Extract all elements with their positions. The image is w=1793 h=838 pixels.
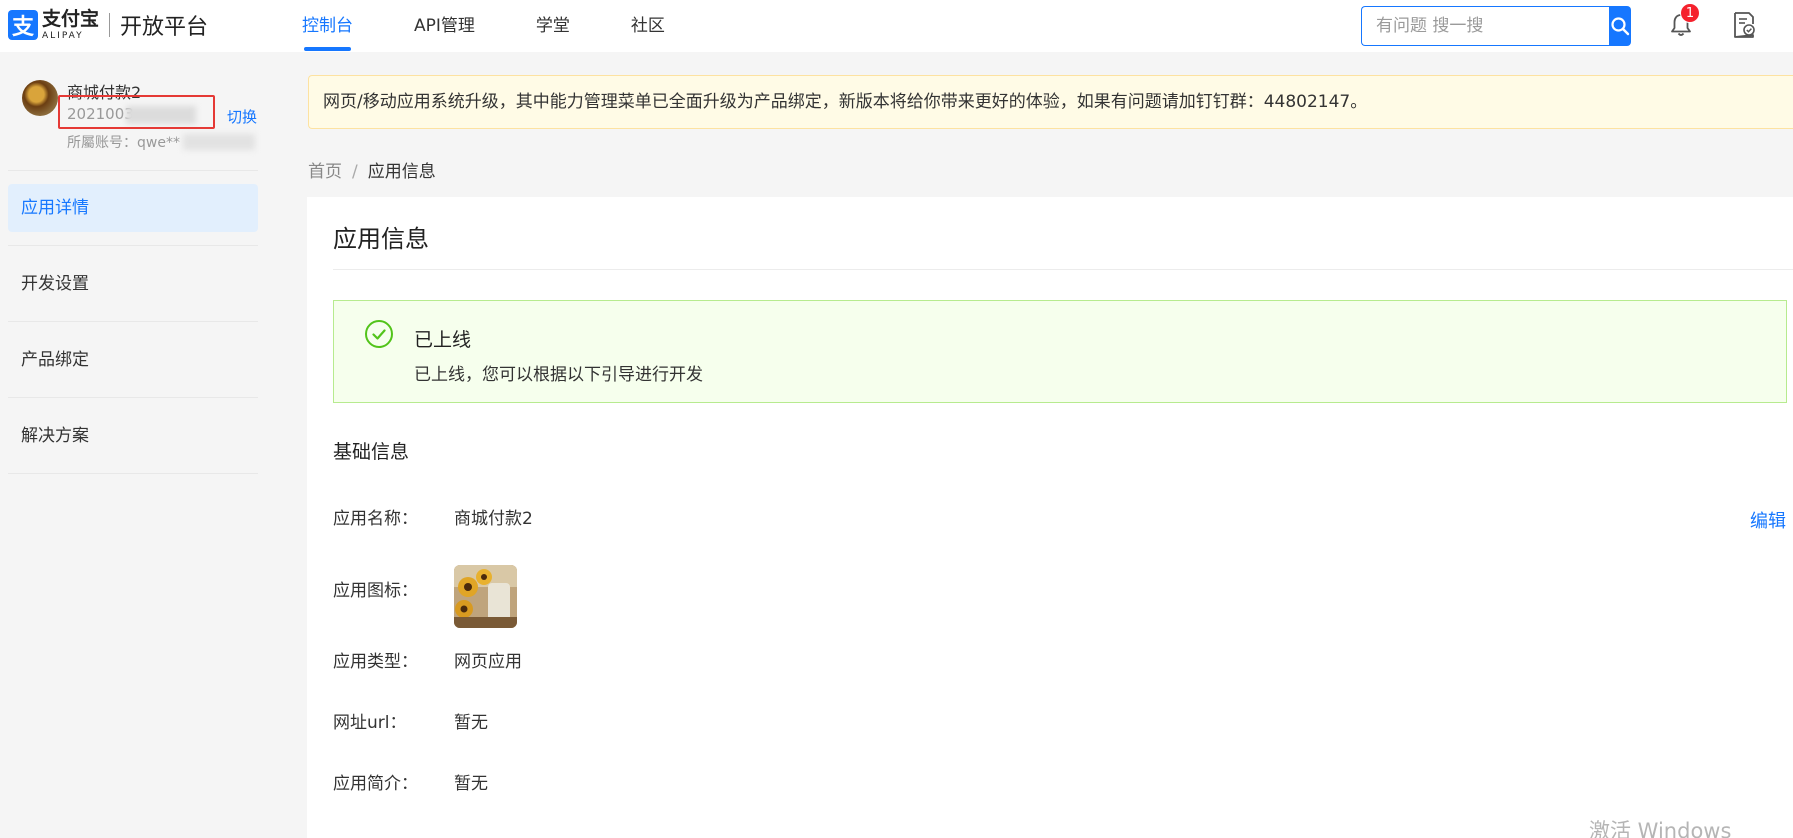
- search-bar: [1361, 6, 1631, 46]
- nav-academy[interactable]: 学堂: [536, 0, 570, 52]
- platform-title: 开放平台: [120, 15, 209, 40]
- page-title: 应用信息: [333, 225, 429, 253]
- field-value-url: 暂无: [454, 713, 488, 733]
- account-panel: 商城付款2 2021003 切换 所屬账号：qwe**: [0, 52, 268, 171]
- field-value-app-type: 网页应用: [454, 652, 522, 672]
- status-alert: 已上线 已上线，您可以根据以下引导进行开发: [333, 300, 1787, 403]
- field-label-app-icon: 应用图标：: [333, 581, 418, 601]
- nav-console[interactable]: 控制台: [302, 0, 353, 52]
- breadcrumb-current: 应用信息: [367, 162, 436, 182]
- check-circle-icon: [365, 320, 393, 348]
- main-nav: 控制台 API管理 学堂 社区: [302, 0, 726, 52]
- sidebar-menu: 应用详情 开发设置 产品绑定 解决方案: [0, 184, 268, 488]
- field-label-app-summary: 应用简介：: [333, 774, 418, 794]
- app-info-card: 应用信息 已上线 已上线，您可以根据以下引导进行开发 基础信息 应用名称： 商城…: [307, 197, 1793, 838]
- divider: [8, 170, 258, 171]
- search-button[interactable]: [1609, 6, 1631, 46]
- app-icon-image: [454, 565, 517, 628]
- breadcrumb: 首页 / 应用信息: [308, 157, 436, 182]
- field-value-app-summary: 暂无: [454, 774, 488, 794]
- breadcrumb-home[interactable]: 首页: [308, 162, 342, 182]
- sidebar-item-product-binding[interactable]: 产品绑定: [8, 336, 258, 398]
- logo-divider: [109, 13, 111, 37]
- logo-en-text: ALIPAY: [42, 30, 84, 41]
- owner-account: 所屬账号：qwe**: [67, 135, 180, 151]
- section-title-basic-info: 基础信息: [333, 441, 410, 463]
- sidebar: 商城付款2 2021003 切换 所屬账号：qwe** 应用详情 开发设置 产品…: [0, 52, 268, 838]
- field-label-url: 网址url：: [333, 713, 407, 733]
- document-check-icon[interactable]: [1731, 11, 1757, 39]
- notification-badge: 1: [1680, 3, 1700, 23]
- breadcrumb-separator: /: [352, 162, 358, 182]
- alipay-logo-icon: 支: [8, 10, 38, 40]
- field-value-app-name: 商城付款2: [454, 509, 533, 529]
- status-title: 已上线: [414, 329, 472, 351]
- nav-api-management[interactable]: API管理: [414, 0, 475, 52]
- field-label-app-type: 应用类型：: [333, 652, 418, 672]
- field-label-app-name: 应用名称：: [333, 509, 418, 529]
- windows-activation-watermark: 激活 Windows: [1589, 819, 1732, 838]
- status-description: 已上线，您可以根据以下引导进行开发: [414, 365, 703, 385]
- account-avatar: [22, 80, 58, 116]
- nav-community[interactable]: 社区: [631, 0, 665, 52]
- sidebar-item-dev-settings[interactable]: 开发设置: [8, 260, 258, 322]
- alipay-logo[interactable]: 支 支付宝 ALIPAY 开放平台: [8, 9, 208, 41]
- search-icon: [1611, 17, 1630, 36]
- sidebar-item-app-details[interactable]: 应用详情: [8, 184, 258, 246]
- top-bar: 支 支付宝 ALIPAY 开放平台 控制台 API管理 学堂 社区 1: [0, 0, 1793, 52]
- logo-cn-text: 支付宝: [42, 7, 100, 30]
- highlight-box: [58, 95, 215, 129]
- divider: [333, 269, 1793, 270]
- upgrade-notice: 网页/移动应用系统升级，其中能力管理菜单已全面升级为产品绑定，新版本将给你带来更…: [308, 75, 1793, 129]
- switch-account-link[interactable]: 切换: [227, 106, 257, 127]
- sidebar-item-solutions[interactable]: 解决方案: [8, 412, 258, 474]
- redacted-mask: [183, 134, 255, 150]
- edit-link[interactable]: 编辑: [1750, 507, 1786, 533]
- search-input[interactable]: [1361, 6, 1609, 46]
